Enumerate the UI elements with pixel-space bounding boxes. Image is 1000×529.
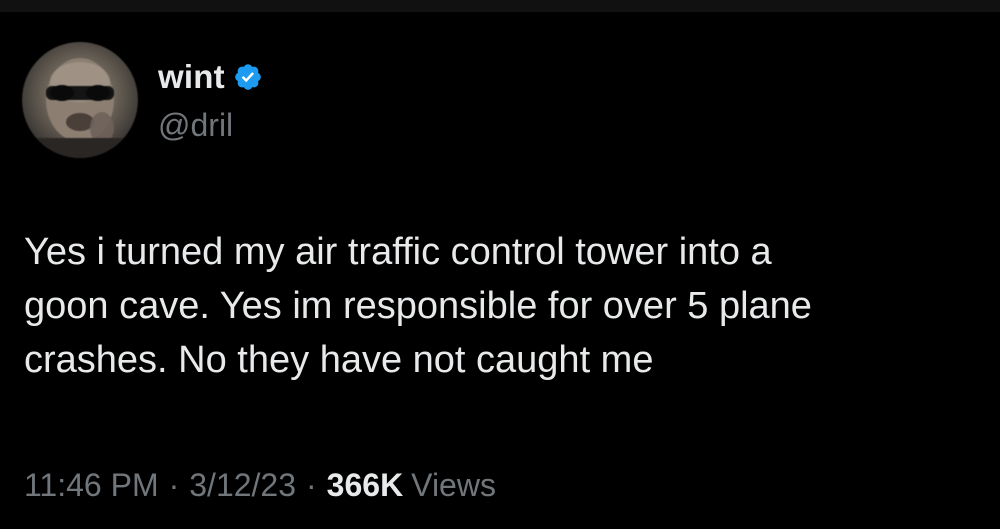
- avatar[interactable]: [22, 42, 138, 158]
- author-name-row: wint: [158, 57, 263, 97]
- verified-badge-icon: [233, 62, 263, 92]
- author-handle[interactable]: @dril: [158, 107, 233, 144]
- top-strip: [0, 0, 1000, 12]
- views-count: 366K: [326, 467, 404, 503]
- meta-separator: ·: [306, 467, 317, 503]
- views-label: Views: [411, 467, 496, 503]
- avatar-image: [22, 58, 138, 158]
- tweet-time[interactable]: 11:46 PM: [24, 467, 159, 504]
- tweet-date[interactable]: 3/12/23: [189, 467, 296, 504]
- tweet-meta: 11:46 PM · 3/12/23 · 366K Views: [24, 467, 496, 504]
- tweet-text: Yes i turned my air traffic control towe…: [24, 231, 812, 381]
- tweet-card: wint @dril Yes i turned my air traffic c…: [0, 12, 1000, 529]
- display-name[interactable]: wint: [158, 58, 225, 96]
- meta-separator: ·: [168, 467, 180, 503]
